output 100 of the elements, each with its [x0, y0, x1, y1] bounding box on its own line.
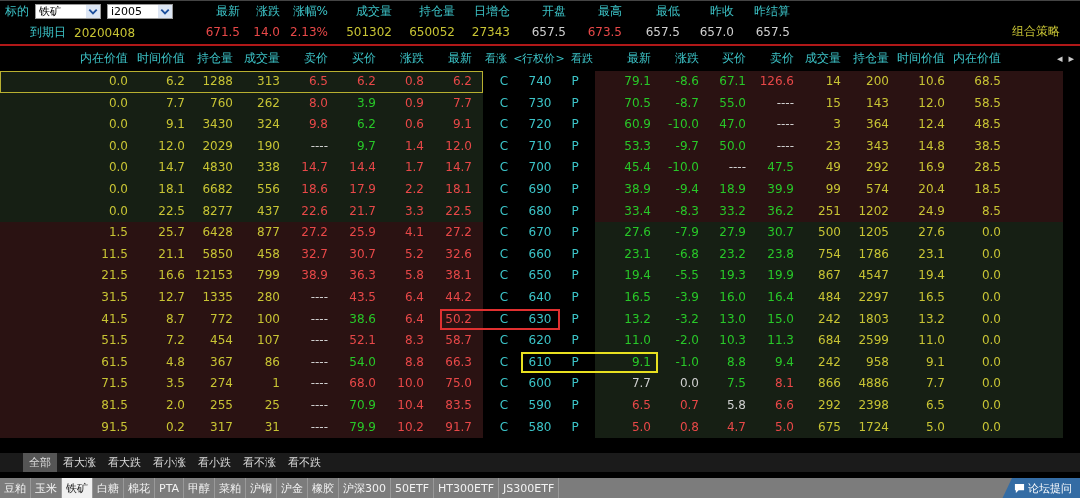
table-cell-text: 38.9	[624, 180, 651, 198]
column-header: 时间价值	[136, 50, 185, 67]
put-row-band[interactable]: 5.0 0.8 4.7 5.0 675 1724 5.0 0.0	[595, 416, 1063, 439]
table-cell-text: 19.4	[624, 267, 651, 285]
call-row-band[interactable]: 51.5 7.2 454 107 ---- 52.1 8.3 58.7	[0, 330, 483, 352]
product-tab[interactable]: 棉花	[124, 478, 155, 498]
put-row-band[interactable]: 11.0 -2.0 10.3 11.3 684 2599 11.0 0.0	[595, 330, 1063, 352]
put-tag: P	[571, 222, 579, 244]
table-cell-text: 6682	[202, 180, 233, 198]
table-cell-text: 23.2	[719, 245, 746, 263]
put-row-band[interactable]: 60.9 -10.0 47.0 ---- 3 364 12.4 48.5	[595, 114, 1063, 136]
put-row-band[interactable]: 19.4 -5.5 19.3 19.9 867 4547 19.4 0.0	[595, 265, 1063, 287]
filter-tab[interactable]: 看小涨	[147, 453, 192, 473]
table-cell-text: 8277	[202, 202, 233, 220]
put-tag: P	[571, 92, 579, 115]
product-tab[interactable]: 50ETF	[391, 478, 435, 498]
product-tab[interactable]: 沪铜	[246, 478, 278, 498]
put-row-band[interactable]: 53.3 -9.7 50.0 ---- 23 343 14.8 38.5	[595, 135, 1063, 158]
put-row-band[interactable]: 27.6 -7.9 27.9 30.7 500 1205 27.6 0.0	[595, 222, 1063, 244]
table-cell-text: 2398	[858, 396, 889, 414]
product-tab[interactable]: 铁矿	[62, 478, 93, 498]
call-row-band[interactable]: 11.5 21.1 5850 458 32.7 30.7 5.2 32.6	[0, 243, 483, 266]
scroll-left-arrow[interactable]: ◂	[1057, 52, 1063, 65]
table-cell-text: 16.6	[158, 267, 185, 285]
table-cell-text: 251	[818, 202, 841, 220]
call-row-band[interactable]: 21.5 16.6 12153 799 38.9 36.3 5.8 38.1	[0, 265, 483, 287]
table-cell-text: 458	[257, 245, 280, 263]
product-tab[interactable]: 甲醇	[184, 478, 216, 498]
call-row-band[interactable]: 71.5 3.5 274 1 ---- 68.0 10.0 75.0	[0, 373, 483, 395]
table-cell-text: 22.5	[158, 202, 185, 220]
dropdown-arrow-icon	[86, 5, 100, 18]
put-tag: P	[571, 71, 579, 93]
filter-tab[interactable]: 看不跌	[282, 453, 327, 473]
filter-tab[interactable]: 看小跌	[192, 453, 237, 473]
product-select[interactable]: 铁矿	[35, 4, 101, 19]
product-tab[interactable]: PTA	[155, 478, 185, 498]
product-tab[interactable]: 白糖	[93, 478, 124, 498]
call-row-band[interactable]: 0.0 18.1 6682 556 18.6 17.9 2.2 18.1	[0, 178, 483, 201]
product-tab[interactable]: 橡胶	[308, 478, 340, 498]
call-row-band[interactable]: 61.5 4.8 367 86 ---- 54.0 8.8 66.3	[0, 351, 483, 374]
table-cell-text: 0.0	[981, 288, 1001, 306]
call-row-band[interactable]: 0.0 22.5 8277 437 22.6 21.7 3.3 22.5	[0, 200, 483, 223]
table-cell-text: 0.0	[679, 375, 699, 393]
table-cell-text: ----	[310, 353, 328, 371]
put-row-band[interactable]: 13.2 -3.2 13.0 15.0 242 1803 13.2 0.0	[595, 308, 1063, 331]
call-row-band[interactable]: 31.5 12.7 1335 280 ---- 43.5 6.4 44.2	[0, 286, 483, 309]
table-cell-text: 38.1	[445, 267, 472, 285]
filter-tab[interactable]: 看不涨	[237, 453, 282, 473]
table-cell-text: 47.5	[767, 159, 794, 177]
table-cell-text: 61.5	[101, 353, 128, 371]
table-cell-text: 1205	[858, 224, 889, 242]
put-row-band[interactable]: 33.4 -8.3 33.2 36.2 251 1202 24.9 8.5	[595, 200, 1063, 223]
table-cell-text: 760	[210, 94, 233, 112]
table-cell-text: 2297	[858, 288, 889, 306]
strategy-link[interactable]: 组合策略	[1012, 23, 1060, 40]
strike-price: 700	[528, 159, 552, 177]
put-tag: P	[571, 157, 579, 179]
put-tag: P	[571, 308, 579, 331]
filter-tab[interactable]: 看大涨	[57, 453, 102, 473]
stat-label: 日增仓	[474, 3, 510, 20]
product-tab[interactable]: 菜粕	[215, 478, 247, 498]
table-cell-text: -8.7	[675, 94, 699, 112]
table-cell-text: 10.0	[397, 375, 424, 393]
stat-value: 501302	[346, 24, 392, 41]
put-row-band[interactable]: 23.1 -6.8 23.2 23.8 754 1786 23.1 0.0	[595, 243, 1063, 266]
contract-select[interactable]: i2005	[107, 4, 173, 19]
product-tab[interactable]: JS300ETF	[499, 478, 560, 498]
strike-price: 720	[528, 116, 552, 134]
product-tab[interactable]: 沪金	[277, 478, 309, 498]
call-row-band[interactable]: 81.5 2.0 255 25 ---- 70.9 10.4 83.5	[0, 394, 483, 417]
table-cell-text: 10.4	[397, 396, 424, 414]
call-row-band[interactable]: 0.0 9.1 3430 324 9.8 6.2 0.6 9.1	[0, 114, 483, 136]
put-row-band[interactable]: 45.4 -10.0 ---- 47.5 49 292 16.9 28.5	[595, 157, 1063, 179]
column-header: 内在价值	[79, 50, 128, 67]
product-tab[interactable]: 沪深300	[339, 478, 392, 498]
put-row-band[interactable]: 38.9 -9.4 18.9 39.9 99 574 20.4 18.5	[595, 178, 1063, 201]
product-tab[interactable]: 豆粕	[0, 478, 31, 498]
call-row-band[interactable]: 0.0 14.7 4830 338 14.7 14.4 1.7 14.7	[0, 157, 483, 179]
call-row-band[interactable]: 91.5 0.2 317 31 ---- 79.9 10.2 91.7	[0, 416, 483, 439]
put-row-band[interactable]: 16.5 -3.9 16.0 16.4 484 2297 16.5 0.0	[595, 286, 1063, 309]
table-cell-text: 1803	[858, 310, 889, 328]
table-cell-text: -9.7	[675, 137, 699, 155]
scroll-right-arrow[interactable]: ▸	[1068, 52, 1075, 65]
put-row-band[interactable]: 70.5 -8.7 55.0 ---- 15 143 12.0 58.5	[595, 92, 1063, 115]
call-row-band[interactable]: 0.0 6.2 1288 313 6.5 6.2 0.8 6.2	[0, 71, 483, 93]
filter-tab[interactable]: 看大跌	[102, 453, 147, 473]
product-tab[interactable]: HT300ETF	[434, 478, 499, 498]
strike-price: 600	[528, 375, 552, 393]
put-row-band[interactable]: 7.7 0.0 7.5 8.1 866 4886 7.7 0.0	[595, 373, 1063, 395]
forum-button[interactable]: 论坛提问	[1002, 478, 1080, 498]
call-tag: C	[499, 308, 509, 331]
table-cell-text: 25.7	[158, 224, 185, 242]
call-row-band[interactable]: 1.5 25.7 6428 877 27.2 25.9 4.1 27.2	[0, 222, 483, 244]
put-row-band[interactable]: 6.5 0.7 5.8 6.6 292 2398 6.5 0.0	[595, 394, 1063, 417]
call-tag: C	[499, 243, 509, 266]
call-row-band[interactable]: 0.0 7.7 760 262 8.0 3.9 0.9 7.7	[0, 92, 483, 115]
filter-tab[interactable]: 全部	[23, 453, 57, 473]
put-row-band[interactable]: 79.1 -8.6 67.1 126.6 14 200 10.6 68.5	[595, 71, 1063, 93]
table-cell-text: 48.5	[974, 116, 1001, 134]
call-row-band[interactable]: 0.0 12.0 2029 190 ---- 9.7 1.4 12.0	[0, 135, 483, 158]
